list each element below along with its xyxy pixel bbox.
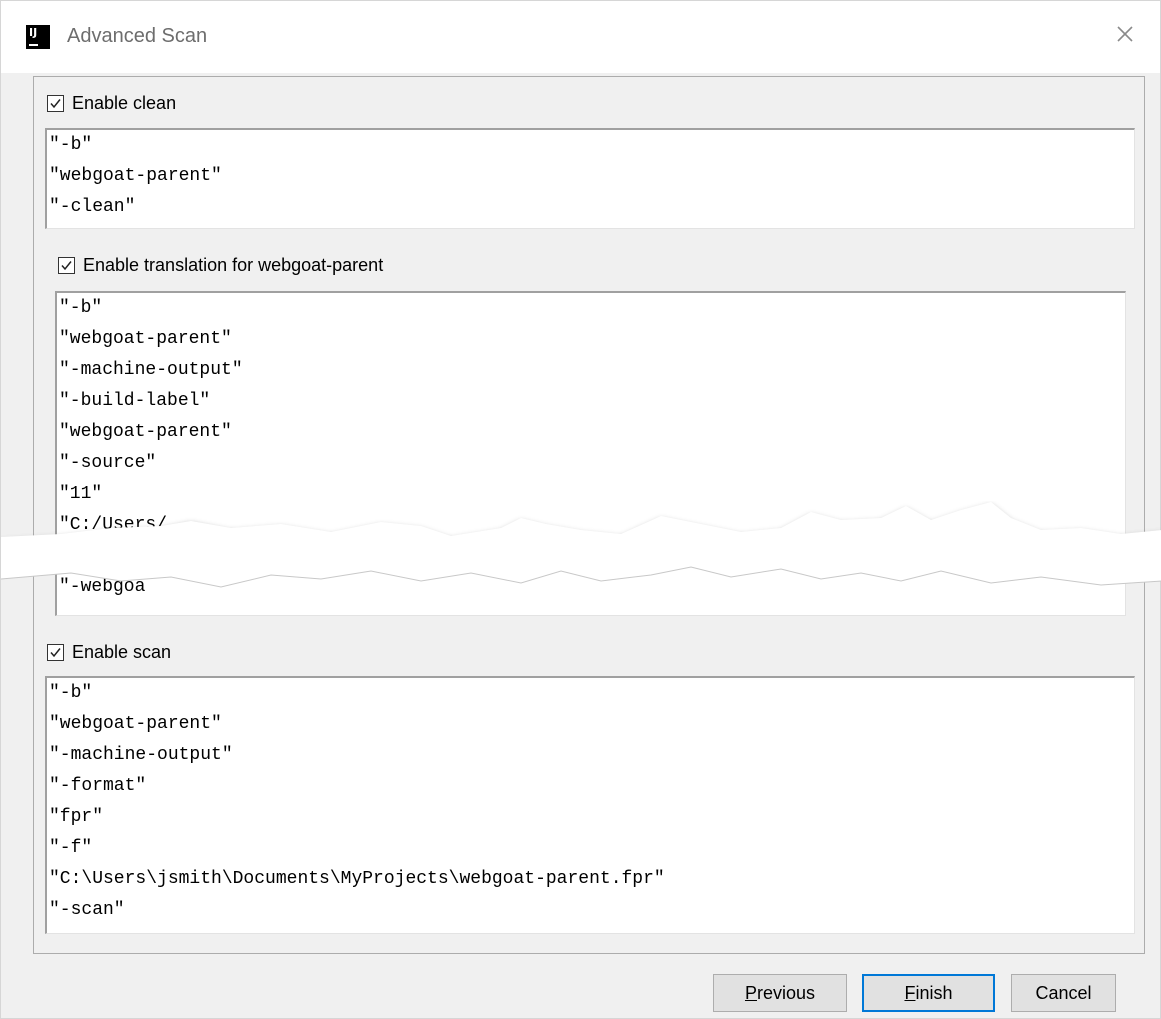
window-title: Advanced Scan <box>67 25 208 47</box>
torn-paper-overlay <box>1 502 1161 588</box>
option-line: "-scan" <box>49 900 125 920</box>
close-button[interactable] <box>1112 21 1138 47</box>
option-line: "-machine-output" <box>49 745 233 765</box>
option-line: "-build-label" <box>59 391 211 411</box>
logo-text: IJ <box>29 26 38 39</box>
close-icon <box>1117 26 1133 42</box>
enable-translation-checkbox[interactable] <box>58 257 75 274</box>
intellij-logo-icon: IJ <box>26 25 50 49</box>
previous-button[interactable]: Previous <box>713 974 847 1012</box>
enable-translation-option[interactable]: Enable translation for webgoat-parent <box>58 255 383 276</box>
clean-options-textarea[interactable]: "-b" "webgoat-parent" "-clean" <box>45 128 1135 229</box>
checkmark-icon <box>50 648 61 658</box>
enable-scan-checkbox[interactable] <box>47 644 64 661</box>
option-line: "C:\Users\jsmith\Documents\MyProjects\we… <box>49 869 665 889</box>
option-line: "fpr" <box>49 807 104 827</box>
checkmark-icon <box>61 261 72 271</box>
option-line: "-b" <box>49 135 93 155</box>
option-line: "-f" <box>49 838 93 858</box>
title-bar: IJ Advanced Scan <box>1 1 1160 73</box>
advanced-scan-dialog: IJ Advanced Scan Enable clean "-b" "webgo… <box>0 0 1161 1019</box>
finish-label: inish <box>915 982 953 1003</box>
checkmark-icon <box>50 99 61 109</box>
enable-translation-label: Enable translation for webgoat-parent <box>83 255 384 275</box>
enable-scan-label: Enable scan <box>72 642 172 662</box>
enable-clean-option[interactable]: Enable clean <box>47 93 176 114</box>
enable-scan-option[interactable]: Enable scan <box>47 642 171 663</box>
option-line: "webgoat-parent" <box>49 166 222 186</box>
finish-mnemonic: F <box>904 982 916 1003</box>
cancel-label: Cancel <box>1035 982 1092 1003</box>
previous-label: revious <box>756 982 816 1003</box>
option-line: "webgoat-parent" <box>49 714 222 734</box>
enable-clean-label: Enable clean <box>72 93 177 113</box>
option-line: "-source" <box>59 453 157 473</box>
option-line: "-b" <box>49 683 93 703</box>
scan-options-textarea[interactable]: "-b" "webgoat-parent" "-machine-output" "-f… <box>45 676 1135 934</box>
option-line: "webgoat-parent" <box>59 329 232 349</box>
option-line: "-b" <box>59 298 103 318</box>
cancel-button[interactable]: Cancel <box>1011 974 1116 1012</box>
finish-button[interactable]: Finish <box>862 974 995 1012</box>
option-line: "webgoat-parent" <box>59 422 232 442</box>
option-line: "-format" <box>49 776 147 796</box>
previous-mnemonic: P <box>744 982 757 1003</box>
option-line: "-clean" <box>49 197 136 217</box>
enable-clean-checkbox[interactable] <box>47 95 64 112</box>
option-line: "-machine-output" <box>59 360 243 380</box>
